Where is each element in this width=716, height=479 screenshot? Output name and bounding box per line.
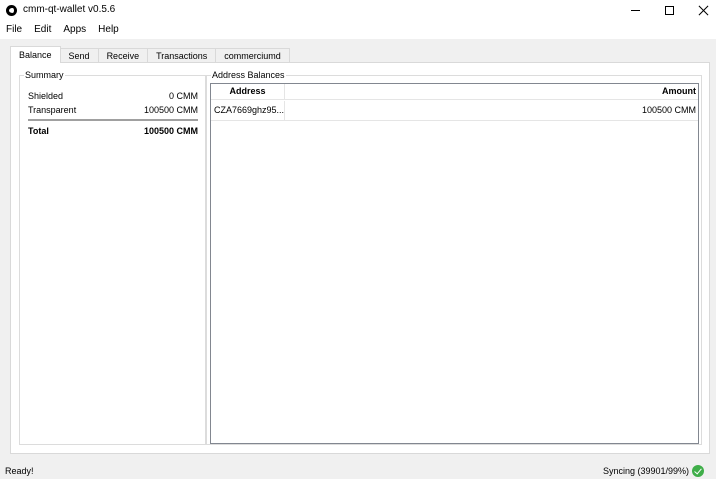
minimize-icon xyxy=(630,9,640,11)
transparent-row: Transparent 100500 CMM xyxy=(28,104,198,116)
column-header-amount[interactable]: Amount xyxy=(662,84,696,100)
menu-bar: File Edit Apps Help xyxy=(0,20,716,39)
menu-apps[interactable]: Apps xyxy=(57,20,92,39)
column-header-address[interactable]: Address xyxy=(211,84,285,100)
tab-commerciumd[interactable]: commerciumd xyxy=(216,48,290,63)
tab-transactions[interactable]: Transactions xyxy=(148,48,217,63)
table-row[interactable]: CZA7669ghz95... 100500 CMM xyxy=(211,101,698,121)
status-bar: Ready! Syncing (39901/99%) xyxy=(0,462,716,479)
tab-bar: Balance Send Receive Transactions commer… xyxy=(10,46,290,63)
table-header: Address Amount xyxy=(211,84,698,100)
address-balances-group: Address Balances Address Amount CZA7669g… xyxy=(206,70,702,445)
summary-title: Summary xyxy=(24,70,65,81)
tab-send[interactable]: Send xyxy=(60,48,99,63)
shielded-row: Shielded 0 CMM xyxy=(28,90,198,102)
shielded-value: 0 CMM xyxy=(169,91,198,101)
menu-edit[interactable]: Edit xyxy=(28,20,57,39)
maximize-icon xyxy=(664,5,674,15)
title-bar: cmm-qt-wallet v0.5.6 xyxy=(0,0,716,20)
tab-receive[interactable]: Receive xyxy=(98,48,149,63)
close-button[interactable] xyxy=(686,0,716,20)
status-message: Ready! xyxy=(5,466,34,476)
address-balances-table[interactable]: Address Amount CZA7669ghz95... 100500 CM… xyxy=(210,83,699,444)
transparent-value: 100500 CMM xyxy=(143,105,198,115)
sync-status: Syncing (39901/99%) xyxy=(602,466,689,476)
total-row: Total 100500 CMM xyxy=(28,125,198,137)
shielded-label: Shielded xyxy=(28,91,64,101)
address-cell[interactable]: CZA7669ghz95... xyxy=(211,101,285,121)
amount-cell[interactable]: 100500 CMM xyxy=(642,101,696,120)
total-label: Total xyxy=(28,126,49,136)
app-logo-icon xyxy=(6,5,17,16)
transparent-label: Transparent xyxy=(28,105,77,115)
balance-panel: Summary Shielded 0 CMM Transparent 10050… xyxy=(10,62,710,454)
tab-balance[interactable]: Balance xyxy=(10,46,61,63)
summary-divider xyxy=(28,119,198,121)
window-title: cmm-qt-wallet v0.5.6 xyxy=(23,4,116,15)
address-balances-title: Address Balances xyxy=(211,70,286,81)
menu-help[interactable]: Help xyxy=(92,20,125,39)
minimize-button[interactable] xyxy=(618,0,652,20)
summary-group: Summary Shielded 0 CMM Transparent 10050… xyxy=(19,70,206,445)
total-value: 100500 CMM xyxy=(143,126,198,136)
menu-file[interactable]: File xyxy=(0,20,28,39)
close-icon xyxy=(698,5,709,16)
check-circle-icon xyxy=(692,465,704,477)
maximize-button[interactable] xyxy=(652,0,686,20)
